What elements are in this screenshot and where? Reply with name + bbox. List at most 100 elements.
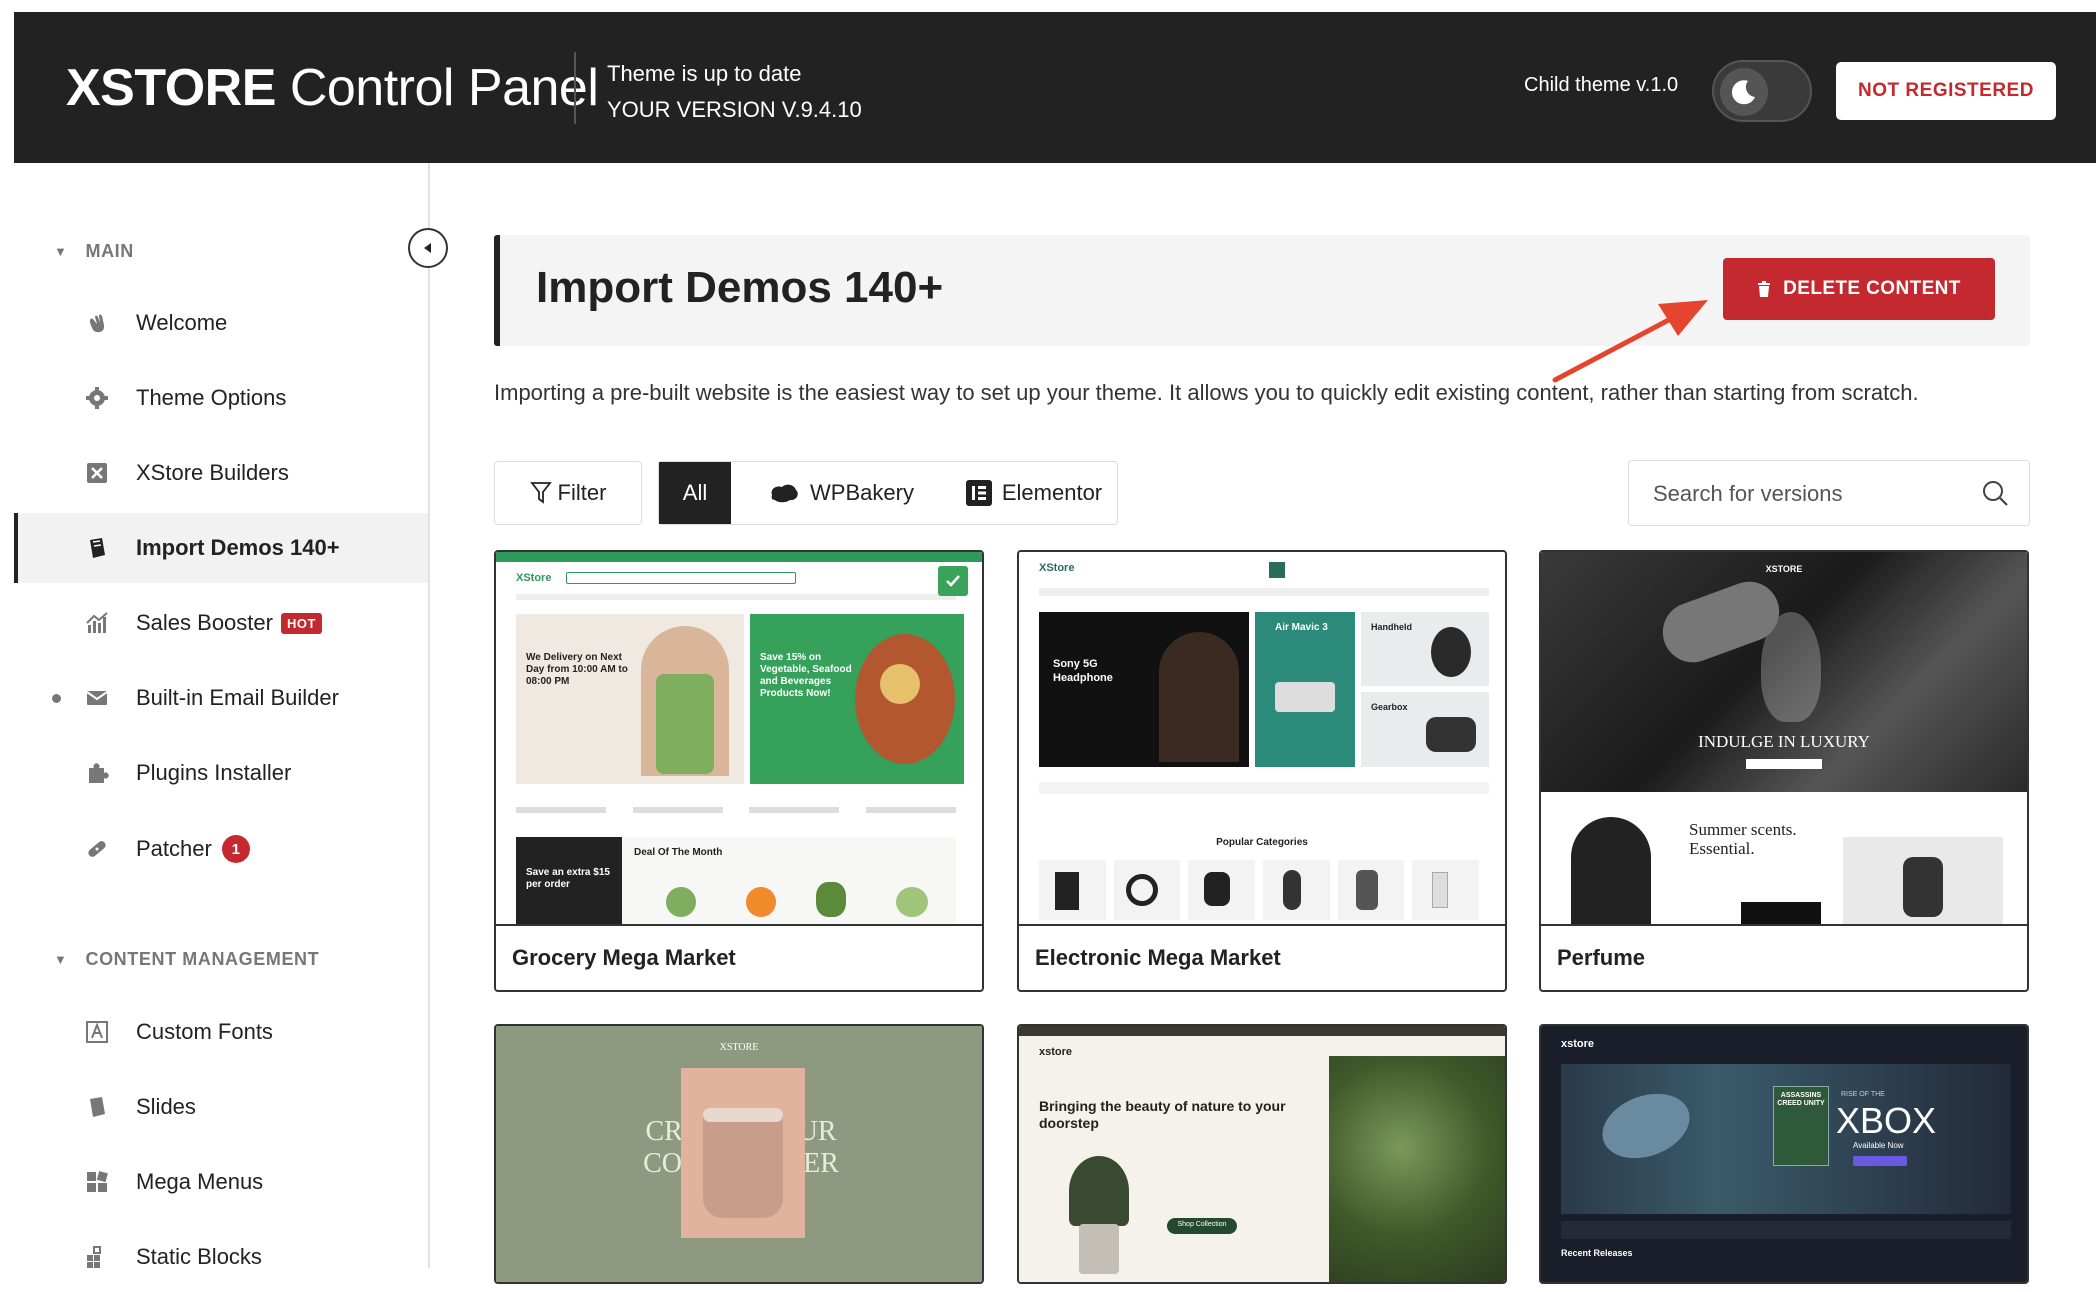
tab-elementor[interactable]: Elementor (951, 462, 1117, 524)
sidebar: ▼ MAIN Welcome Theme Options XStore Buil… (14, 163, 430, 1269)
demo-card-grocery[interactable]: XStore We Delivery on Next Day from 10:0… (494, 550, 984, 992)
demo-title: Electronic Mega Market (1019, 924, 1505, 990)
search-input[interactable] (1653, 479, 1973, 509)
sidebar-item-label: Slides (136, 1094, 196, 1119)
thumb-section-title: Recent Releases (1561, 1248, 1633, 1258)
envelope-icon (84, 685, 110, 711)
sidebar-item-label: Custom Fonts (136, 1019, 273, 1044)
sidebar-item-import-demos[interactable]: Import Demos 140+ (14, 513, 428, 583)
demo-thumbnail-gaming: xstore ASSASSINS CREED UNITY RISE OF THE… (1541, 1026, 2027, 1282)
sidebar-item-sales-booster[interactable]: Sales Booster HOT (14, 588, 428, 658)
sidebar-item-patcher[interactable]: Patcher 1 (14, 814, 428, 884)
child-theme-label: Child theme v.1.0 (1524, 74, 1679, 96)
demo-thumbnail-electronic: XStore Sony 5G Headphone Air Mavic 3 Han… (1019, 552, 1505, 924)
sidebar-item-xstore-builders[interactable]: XStore Builders (14, 438, 428, 508)
theme-status-text: Theme is up to date (607, 61, 802, 86)
wpbakery-icon (771, 484, 798, 503)
demo-card-gaming[interactable]: xstore ASSASSINS CREED UNITY RISE OF THE… (1539, 1024, 2029, 1284)
thumb-promo-text: Save an extra $15 per order (526, 867, 610, 890)
demo-title: Grocery Mega Market (496, 924, 982, 990)
thumb-hero-text: We Delivery on Next Day from 10:00 AM to… (526, 652, 628, 687)
page-title: Import Demos 140+ (536, 263, 944, 312)
chevron-left-icon (424, 243, 431, 253)
thumb-logo: xstore (1561, 1038, 1595, 1050)
sidebar-item-static-blocks[interactable]: Static Blocks (14, 1222, 428, 1292)
section-title: CONTENT MANAGEMENT (85, 949, 320, 969)
thumb-label: Gearbox (1371, 702, 1408, 712)
grid-icon (84, 1169, 110, 1195)
sidebar-item-theme-options[interactable]: Theme Options (14, 363, 428, 433)
sidebar-item-label: Mega Menus (136, 1169, 264, 1194)
delete-content-button[interactable]: DELETE CONTENT (1723, 258, 1995, 320)
sidebar-item-label: Patcher (136, 836, 212, 861)
top-header: XSTORE Control Panel Theme is up to date… (14, 12, 2096, 163)
sidebar-item-welcome[interactable]: Welcome (14, 288, 428, 358)
demo-card-electronic[interactable]: XStore Sony 5G Headphone Air Mavic 3 Han… (1017, 550, 1507, 992)
thumb-section-title: Popular Categories (1216, 837, 1308, 848)
x-box-icon (84, 460, 110, 486)
moon-icon (1720, 68, 1768, 116)
hot-badge: HOT (280, 612, 322, 634)
search-icon[interactable] (1981, 479, 2009, 507)
filter-button[interactable]: Filter (494, 461, 642, 525)
logo-subtitle: Control Panel (289, 59, 599, 117)
sidebar-item-label: Built-in Email Builder (136, 685, 339, 710)
delete-content-label: DELETE CONTENT (1783, 278, 1961, 299)
demo-card-candle[interactable]: XSTORE CREATE YOUR COZY CORNER (494, 1024, 984, 1284)
chart-icon (84, 610, 110, 636)
installed-check-icon (938, 566, 968, 596)
thumb-logo: XStore (1039, 562, 1075, 574)
section-main[interactable]: ▼ MAIN (54, 241, 134, 262)
import-icon (84, 535, 110, 561)
tab-label: Elementor (1001, 480, 1103, 505)
thumb-deal-text: Deal Of The Month (634, 847, 723, 858)
logo-brand: XSTORE (66, 59, 276, 117)
demo-title: Perfume (1541, 924, 2027, 990)
elementor-icon (965, 480, 992, 506)
sidebar-item-label: Static Blocks (136, 1244, 262, 1269)
theme-version-text: YOUR VERSION V.9.4.10 (607, 97, 862, 122)
gear-icon (84, 385, 110, 411)
builder-tabs: All WPBakery Elementor (658, 461, 1118, 525)
sidebar-item-label: Plugins Installer (136, 760, 292, 785)
thumb-button-text: Shop Collection (1177, 1221, 1227, 1228)
thumb-hero-text: Sony 5G Headphone (1053, 658, 1113, 684)
tab-label: WPBakery (810, 480, 914, 505)
thumb-summer-text: Summer scents. Essential. (1689, 820, 1797, 858)
tab-wpbakery[interactable]: WPBakery (731, 462, 951, 524)
page-header: Import Demos 140+ DELETE CONTENT (494, 235, 2030, 346)
thumb-label: Air Mavic 3 (1275, 622, 1328, 633)
demo-card-plants[interactable]: xstore Bringing the beauty of nature to … (1017, 1024, 1507, 1284)
caret-down-icon: ▼ (54, 952, 68, 967)
sidebar-item-label: Import Demos 140+ (136, 535, 340, 560)
thumb-label: RISE OF THE (1841, 1091, 1885, 1098)
header-divider (574, 52, 576, 124)
filter-label: Filter (557, 480, 607, 505)
annotation-arrow (1552, 300, 1708, 383)
sidebar-item-label: XStore Builders (136, 460, 289, 485)
sidebar-item-email-builder[interactable]: Built-in Email Builder (14, 663, 428, 733)
thumb-logo: XSTORE (1765, 564, 1803, 574)
font-icon (84, 1019, 110, 1045)
sidebar-item-mega-menus[interactable]: Mega Menus (14, 1147, 428, 1217)
sidebar-item-label: Theme Options (136, 385, 287, 410)
demo-thumbnail-grocery: XStore We Delivery on Next Day from 10:0… (496, 552, 982, 924)
demo-thumbnail-perfume: XSTORE INDULGE IN LUXURY Summer scents. … (1541, 552, 2027, 924)
thumb-hero-text: INDULGE IN LUXURY (1698, 732, 1870, 751)
search-box (1628, 460, 2030, 526)
sidebar-item-custom-fonts[interactable]: Custom Fonts (14, 997, 428, 1067)
puzzle-icon (84, 760, 110, 786)
thumb-logo: xstore (1039, 1046, 1073, 1058)
app-logo: XSTORE Control Panel (66, 58, 599, 118)
not-registered-button[interactable]: NOT REGISTERED (1836, 62, 2056, 120)
demo-card-perfume[interactable]: XSTORE INDULGE IN LUXURY Summer scents. … (1539, 550, 2029, 992)
sidebar-item-slides[interactable]: Slides (14, 1072, 428, 1142)
sidebar-item-plugins-installer[interactable]: Plugins Installer (14, 738, 428, 808)
dark-mode-toggle[interactable] (1712, 60, 1812, 122)
thumb-game-title: ASSASSINS CREED UNITY (1777, 1092, 1825, 1107)
tab-all[interactable]: All (659, 462, 731, 524)
thumb-label: Handheld (1371, 622, 1413, 632)
hand-wave-icon (84, 310, 110, 336)
collapse-sidebar-button[interactable] (408, 228, 448, 268)
section-content-management[interactable]: ▼ CONTENT MANAGEMENT (54, 949, 319, 970)
